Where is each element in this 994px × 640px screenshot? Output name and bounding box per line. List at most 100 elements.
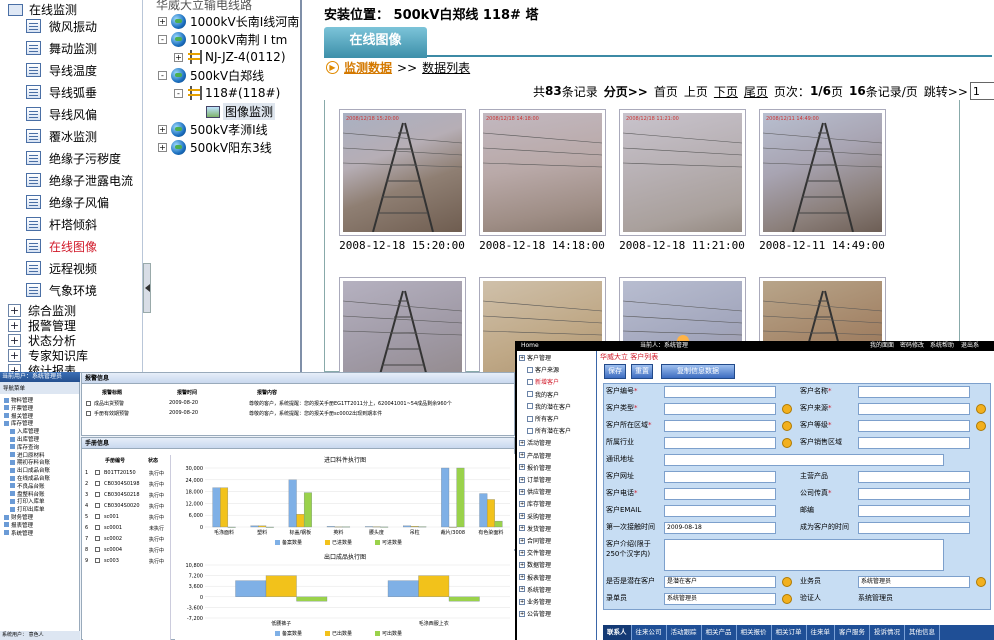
customs-nav-item[interactable]: 盘整料台账 [10,490,45,498]
manual-row[interactable]: 7 sc0002 执行中 [85,536,171,543]
crm-nav-item[interactable]: + 产品管理 [519,451,551,460]
nav-item-5[interactable]: 覆冰监测 [26,127,97,145]
dropdown-icon[interactable] [782,577,792,587]
potential-select[interactable]: 是潜在客户 [664,576,776,588]
dropdown-icon[interactable] [782,421,792,431]
customs-nav-item[interactable]: 财务管理 [4,513,33,521]
crm-nav-item[interactable]: + 交件管理 [519,548,551,557]
crm-nav-item[interactable]: + 公告管理 [519,609,551,618]
form-input[interactable]: 2009-08-18 [664,522,776,534]
expand-icon[interactable]: + [174,52,183,62]
tree-node-3[interactable]: + NJ-JZ-4(0112) [174,49,286,65]
tab-online-image[interactable]: 在线图像 [324,27,427,58]
crm-nav-item[interactable]: + 发货管理 [519,524,551,533]
pager-last-link[interactable]: 尾页 [744,83,768,100]
tree-node-5[interactable]: - 118#(118#) [174,85,280,101]
salesman-field[interactable]: 系统管理员 [858,576,970,588]
crm-nav-item[interactable]: + 采购管理 [519,512,551,521]
crm-nav-item[interactable]: + 供应管理 [519,487,551,496]
crm-nav-item[interactable]: + 系统管理 [519,585,551,594]
crm-nav-item[interactable]: 我的潜在客户 [527,402,571,411]
crm-save-button[interactable]: 保存 [604,364,626,379]
nav-item-2[interactable]: 导线温度 [26,61,97,79]
form-input[interactable] [858,471,970,483]
tree-node-4[interactable]: - 500kV白郑线 [158,67,264,84]
dropdown-icon[interactable] [976,577,986,587]
row-checkbox[interactable] [95,514,100,519]
customs-nav-item[interactable]: 系统管理 [4,529,33,537]
collapse-icon[interactable]: - [158,35,167,44]
crm-tab-1[interactable]: 往来公司 [632,625,667,640]
crm-top-link-1[interactable]: 密码修改 [900,341,924,351]
collapse-icon[interactable]: - [174,88,183,98]
crm-nav-item[interactable]: + 客户管理 [519,353,551,362]
creator-field[interactable]: 系统管理员 [664,593,776,605]
nav-item-3[interactable]: 导线弧垂 [26,83,97,101]
crm-nav-item[interactable]: + 业务管理 [519,597,551,606]
monitor-photo[interactable]: 2008/12/18 14:18:00 [479,109,606,236]
crm-nav-item[interactable]: + 库存管理 [519,499,551,508]
customs-nav-item[interactable]: 报关管理 [4,412,33,420]
expand-icon[interactable]: + [158,17,167,26]
crm-tab-9[interactable]: 其他信息 [905,625,940,640]
form-input[interactable] [664,437,776,449]
nav-item-12[interactable]: 气象环境 [26,281,97,299]
row-checkbox[interactable] [95,547,100,552]
form-input[interactable] [858,505,970,517]
customs-nav-item[interactable]: 开票管理 [4,404,33,412]
row-checkbox[interactable] [95,558,100,563]
customs-nav-item[interactable]: 期初存料台账 [10,458,50,466]
tree-node-1[interactable]: +1000kV长南I线河南 [158,13,299,30]
form-input[interactable] [664,488,776,500]
crm-tab-4[interactable]: 相关报价 [737,625,772,640]
nav-item-11[interactable]: 远程视频 [26,259,97,277]
form-input[interactable] [858,437,970,449]
page-select[interactable]: 1▾ [969,82,994,100]
manual-row[interactable]: 8 sc0004 执行中 [85,547,171,554]
breadcrumb-data-list-link[interactable]: 数据列表 [422,59,470,76]
form-input[interactable] [664,471,776,483]
monitor-photo[interactable]: 2008/12/11 14:49:00 [759,109,886,236]
row-checkbox[interactable] [95,481,100,486]
manual-row[interactable]: 3 CB0304S0218 执行中 [85,492,171,499]
dropdown-icon[interactable] [782,404,792,414]
manual-row[interactable]: 9 sc003 执行中 [85,558,171,565]
crm-copy-button[interactable]: 复制信息数据 [661,364,735,379]
manual-row[interactable]: 6 sc0001 未执行 [85,525,171,532]
customs-nav-item[interactable]: 出库管理 [10,435,39,443]
crm-tab-7[interactable]: 客户服务 [835,625,870,640]
tree-node-8[interactable]: +500kV阳东3线 [158,139,272,156]
manual-row[interactable]: 5 sc001 执行中 [85,514,171,521]
form-input[interactable] [858,522,970,534]
tree-node-6[interactable]: 图像监测 [206,103,276,120]
dropdown-icon[interactable] [976,421,986,431]
customs-nav-item[interactable]: 打印出库单 [10,505,45,513]
pager-next-link[interactable]: 下页 [714,83,738,100]
crm-nav-item[interactable]: + 合同管理 [519,536,551,545]
nav-item-8[interactable]: 绝缘子风偏 [26,193,109,211]
crm-nav-item[interactable]: + 订单管理 [519,475,551,484]
row-checkbox[interactable] [95,503,100,508]
crm-nav-item[interactable]: + 数据管理 [519,560,551,569]
row-checkbox[interactable] [86,401,91,406]
row-checkbox[interactable] [95,470,100,475]
crm-top-link-0[interactable]: 我的面面 [870,341,894,351]
tree-node-0[interactable]: 华威大立输电线路 [156,0,252,13]
nav-item-7[interactable]: 绝缘子泄露电流 [26,171,133,189]
dropdown-icon[interactable] [782,594,792,604]
manual-row[interactable]: 4 CB0304S0020 执行中 [85,503,171,510]
nav-item-4[interactable]: 导线风偏 [26,105,97,123]
nav-item-10[interactable]: 在线图像 [26,237,97,255]
dropdown-icon[interactable] [782,438,792,448]
crm-tab-3[interactable]: 相关产品 [702,625,737,640]
customs-nav-item[interactable]: 库存查询 [10,443,39,451]
form-input[interactable] [664,386,776,398]
customs-nav-item[interactable]: 入库管理 [10,427,39,435]
crm-nav-item[interactable]: 所有客户 [527,414,559,423]
manual-row[interactable]: 1 B01TT20150 执行中 [85,470,171,477]
customs-nav-item[interactable]: 打印入库单 [10,497,45,505]
row-checkbox[interactable] [95,525,100,530]
expand-icon[interactable]: + [158,125,167,134]
row-checkbox[interactable] [86,411,91,416]
intro-textarea[interactable] [664,539,944,571]
